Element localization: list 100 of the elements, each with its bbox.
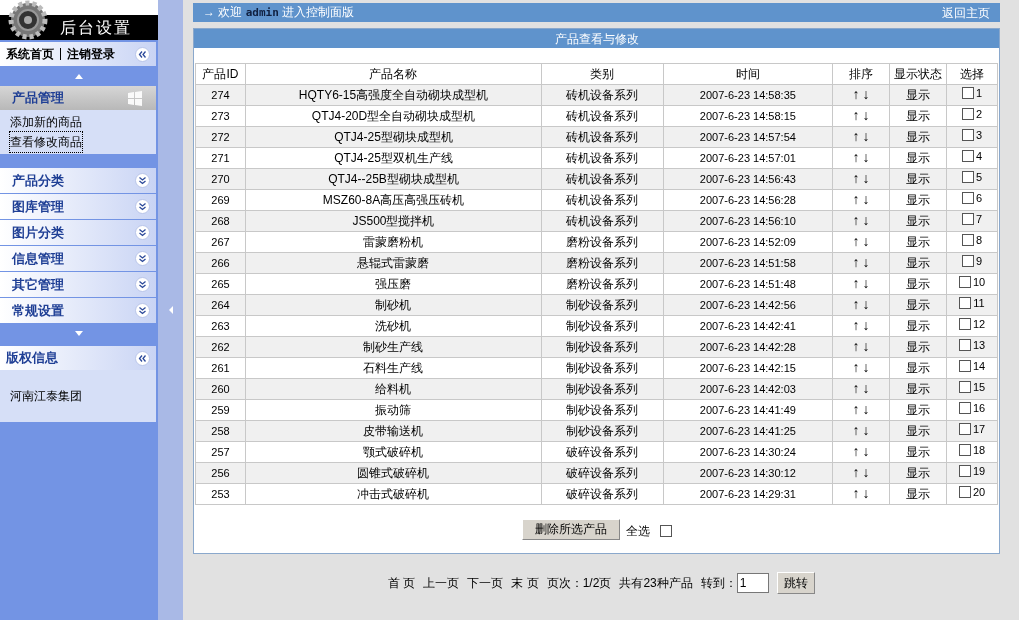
move-down-link[interactable]: ↓ bbox=[862, 191, 870, 206]
delete-selected-button[interactable]: 删除所选产品 bbox=[521, 518, 620, 540]
move-up-link[interactable]: ↑ bbox=[852, 128, 860, 143]
move-down-link[interactable]: ↓ bbox=[862, 107, 870, 122]
table-cell: 制砂设备系列 bbox=[541, 357, 664, 379]
checkbox[interactable] bbox=[961, 233, 974, 246]
checkbox[interactable] bbox=[961, 107, 974, 120]
table-cell: 显示 bbox=[889, 336, 947, 358]
move-up-link[interactable]: ↑ bbox=[852, 86, 860, 101]
move-down-link[interactable]: ↓ bbox=[862, 464, 870, 479]
checkbox[interactable] bbox=[961, 212, 974, 225]
checkbox[interactable] bbox=[958, 380, 971, 393]
double-chevron-down-icon[interactable] bbox=[135, 277, 150, 292]
checkbox[interactable] bbox=[961, 128, 974, 141]
move-up-link[interactable]: ↑ bbox=[852, 422, 860, 437]
table-cell: 显示 bbox=[889, 105, 947, 127]
move-down-link[interactable]: ↓ bbox=[862, 359, 870, 374]
checkbox[interactable] bbox=[958, 485, 971, 498]
move-up-link[interactable]: ↑ bbox=[852, 149, 860, 164]
checkbox[interactable] bbox=[958, 317, 971, 330]
move-up-link[interactable]: ↑ bbox=[852, 212, 860, 227]
move-down-link[interactable]: ↓ bbox=[862, 86, 870, 101]
move-down-link[interactable]: ↓ bbox=[862, 128, 870, 143]
move-up-link[interactable]: ↑ bbox=[852, 275, 860, 290]
move-up-link[interactable]: ↑ bbox=[852, 338, 860, 353]
move-up-link[interactable]: ↑ bbox=[852, 191, 860, 206]
move-down-link[interactable]: ↓ bbox=[862, 401, 870, 416]
top-link[interactable]: 注销登录 bbox=[67, 45, 115, 63]
move-down-link[interactable]: ↓ bbox=[862, 170, 870, 185]
down-triangle-icon[interactable] bbox=[75, 330, 83, 336]
move-down-link[interactable]: ↓ bbox=[862, 338, 870, 353]
prev-page-link[interactable]: 上一页 bbox=[423, 574, 460, 592]
move-up-link[interactable]: ↑ bbox=[852, 233, 860, 248]
checkbox[interactable] bbox=[959, 296, 972, 309]
double-chevron-down-icon[interactable] bbox=[135, 199, 150, 214]
checkbox[interactable] bbox=[958, 443, 971, 456]
checkbox[interactable] bbox=[961, 86, 974, 99]
double-chevron-left-icon[interactable] bbox=[135, 350, 150, 366]
checkbox[interactable] bbox=[958, 275, 971, 288]
double-chevron-left-icon[interactable] bbox=[135, 46, 150, 62]
submenu-link[interactable]: 添加新的商品 bbox=[10, 112, 82, 132]
move-down-link[interactable]: ↓ bbox=[862, 422, 870, 437]
first-page-link[interactable]: 首 页 bbox=[388, 574, 416, 592]
table-cell: JS500型搅拌机 bbox=[245, 210, 542, 232]
move-up-link[interactable]: ↑ bbox=[852, 401, 860, 416]
move-up-link[interactable]: ↑ bbox=[852, 317, 860, 332]
double-chevron-down-icon[interactable] bbox=[135, 173, 150, 188]
checkbox[interactable] bbox=[659, 525, 672, 537]
table-cell: 显示 bbox=[889, 252, 947, 274]
submenu-link[interactable]: 查看修改商品 bbox=[10, 132, 82, 152]
menu-header[interactable]: 图片分类 bbox=[0, 220, 156, 245]
checkbox[interactable] bbox=[961, 191, 974, 204]
move-up-link[interactable]: ↑ bbox=[852, 359, 860, 374]
goto-button[interactable]: 跳转 bbox=[776, 572, 815, 594]
move-down-link[interactable]: ↓ bbox=[862, 149, 870, 164]
menu-header[interactable]: 产品管理 bbox=[0, 86, 156, 110]
double-chevron-down-icon[interactable] bbox=[135, 225, 150, 240]
next-page-link[interactable]: 下一页 bbox=[467, 574, 504, 592]
move-down-link[interactable]: ↓ bbox=[862, 254, 870, 269]
double-chevron-down-icon[interactable] bbox=[135, 251, 150, 266]
double-chevron-down-icon[interactable] bbox=[135, 303, 150, 318]
move-down-link[interactable]: ↓ bbox=[862, 380, 870, 395]
move-up-link[interactable]: ↑ bbox=[852, 380, 860, 395]
move-up-link[interactable]: ↑ bbox=[852, 464, 860, 479]
table-cell: 2007-6-23 14:42:28 bbox=[663, 336, 833, 358]
move-up-link[interactable]: ↑ bbox=[852, 485, 860, 500]
checkbox[interactable] bbox=[958, 401, 971, 414]
checkbox[interactable] bbox=[958, 359, 971, 372]
last-page-link[interactable]: 末 页 bbox=[511, 574, 539, 592]
table-cell: 2007-6-23 14:58:15 bbox=[663, 105, 833, 127]
menu-header[interactable]: 其它管理 bbox=[0, 272, 156, 297]
move-up-link[interactable]: ↑ bbox=[852, 443, 860, 458]
move-up-link[interactable]: ↑ bbox=[852, 296, 860, 311]
move-down-link[interactable]: ↓ bbox=[862, 275, 870, 290]
table-cell: 破碎设备系列 bbox=[541, 441, 664, 463]
menu-header[interactable]: 常规设置 bbox=[0, 298, 156, 323]
checkbox[interactable] bbox=[961, 149, 974, 162]
move-up-link[interactable]: ↑ bbox=[852, 170, 860, 185]
table-cell: 显示 bbox=[889, 147, 947, 169]
move-up-link[interactable]: ↑ bbox=[852, 254, 860, 269]
up-triangle-icon[interactable] bbox=[75, 73, 83, 79]
top-link[interactable]: 系统首页 bbox=[6, 45, 54, 63]
move-up-link[interactable]: ↑ bbox=[852, 107, 860, 122]
checkbox[interactable] bbox=[961, 170, 974, 183]
table-cell: 破碎设备系列 bbox=[541, 483, 664, 505]
checkbox[interactable] bbox=[958, 422, 971, 435]
move-down-link[interactable]: ↓ bbox=[862, 443, 870, 458]
menu-header[interactable]: 图库管理 bbox=[0, 194, 156, 219]
menu-header[interactable]: 产品分类 bbox=[0, 168, 156, 193]
move-down-link[interactable]: ↓ bbox=[862, 317, 870, 332]
move-down-link[interactable]: ↓ bbox=[862, 485, 870, 500]
table-cell: 显示 bbox=[889, 168, 947, 190]
move-down-link[interactable]: ↓ bbox=[862, 212, 870, 227]
page-input[interactable]: 1 bbox=[736, 573, 769, 593]
checkbox[interactable] bbox=[958, 464, 971, 477]
checkbox[interactable] bbox=[961, 254, 974, 267]
move-down-link[interactable]: ↓ bbox=[862, 233, 870, 248]
menu-header[interactable]: 信息管理 bbox=[0, 246, 156, 271]
checkbox[interactable] bbox=[958, 338, 971, 351]
move-down-link[interactable]: ↓ bbox=[862, 296, 870, 311]
